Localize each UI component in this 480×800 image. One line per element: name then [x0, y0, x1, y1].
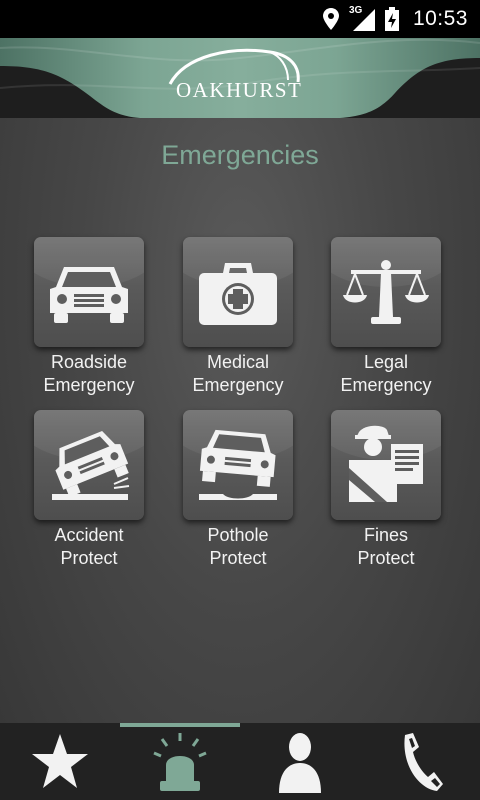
nav-call[interactable]: [360, 723, 480, 800]
signal-strength-icon: 3G: [349, 5, 375, 31]
star-icon: [32, 733, 88, 788]
siren-icon: [153, 732, 207, 791]
tile-label-line1: Pothole: [207, 525, 269, 545]
app-screen: 3G 10:53 OAKHURST Emergencies Roadside E…: [0, 0, 480, 800]
status-bar: 3G 10:53: [0, 0, 480, 38]
tile-button[interactable]: [183, 410, 293, 520]
car-icon: [50, 267, 128, 323]
location-pin-icon: [322, 8, 339, 30]
tile-label: Pothole Protect: [163, 524, 313, 570]
pothole-car-icon: [199, 429, 277, 500]
logo-wordmark: OAKHURST: [176, 78, 303, 102]
person-icon: [279, 732, 321, 793]
tile-button[interactable]: [331, 237, 441, 347]
tile-label: Accident Protect: [14, 524, 164, 570]
page-title: Emergencies: [161, 140, 319, 170]
bottom-navigation-bar: [0, 723, 480, 800]
traffic-officer-icon: [349, 425, 423, 502]
tile-label-line2: Emergency: [43, 375, 135, 395]
tile-pothole-protect[interactable]: Pothole Protect: [163, 410, 313, 570]
tile-label: Fines Protect: [311, 524, 461, 570]
crashed-car-icon: [52, 430, 130, 500]
tile-label-line2: Protect: [60, 548, 118, 568]
tile-medical-emergency[interactable]: Medical Emergency: [163, 237, 313, 397]
scales-icon: [343, 260, 429, 324]
tile-label: Medical Emergency: [163, 351, 313, 397]
tile-label-line2: Protect: [357, 548, 415, 568]
tile-legal-emergency[interactable]: Legal Emergency: [311, 237, 461, 397]
tile-button[interactable]: [34, 410, 144, 520]
battery-charging-icon: [384, 7, 399, 31]
tile-roadside-emergency[interactable]: Roadside Emergency: [14, 237, 164, 397]
tile-button[interactable]: [34, 237, 144, 347]
tile-label-line1: Accident: [54, 525, 124, 545]
tile-label-line1: Roadside: [50, 352, 128, 372]
tile-button[interactable]: [331, 410, 441, 520]
tile-fines-protect[interactable]: Fines Protect: [311, 410, 461, 570]
phone-icon: [404, 732, 443, 791]
tile-label: Legal Emergency: [311, 351, 461, 397]
tile-label-line1: Legal: [363, 352, 409, 372]
clock: 10:53: [412, 7, 468, 30]
tile-label-line2: Emergency: [192, 375, 284, 395]
tile-accident-protect[interactable]: Accident Protect: [14, 410, 164, 570]
tile-label-line2: Emergency: [340, 375, 432, 395]
tile-button[interactable]: [183, 237, 293, 347]
tile-label-line2: Protect: [209, 548, 267, 568]
nav-favourites[interactable]: [0, 723, 120, 800]
nav-profile[interactable]: [240, 723, 360, 800]
tile-label: Roadside Emergency: [14, 351, 164, 397]
nav-emergencies[interactable]: [120, 723, 240, 800]
tile-label-line1: Fines: [363, 525, 408, 545]
tile-label-line1: Medical: [206, 352, 270, 372]
medical-kit-icon: [199, 263, 277, 325]
